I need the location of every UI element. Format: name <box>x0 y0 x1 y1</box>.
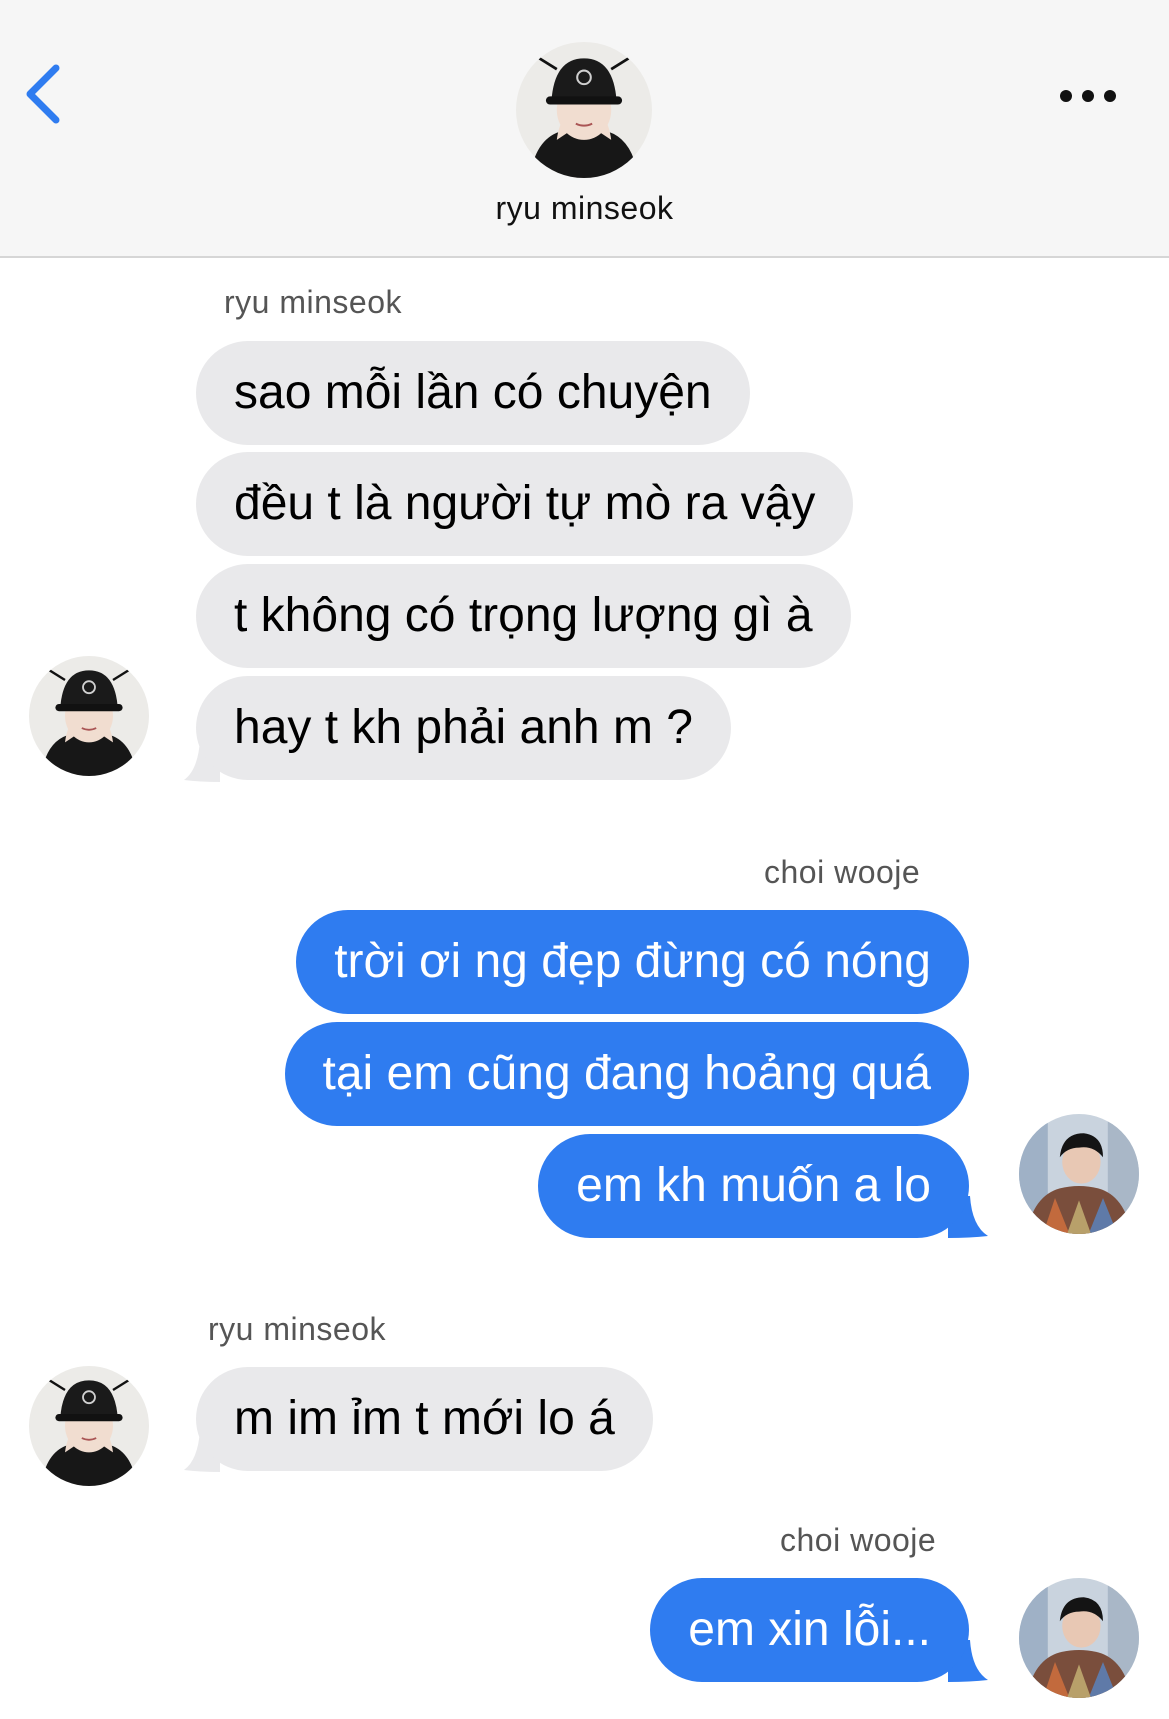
message-bubble[interactable]: em xin lỗi... <box>650 1578 969 1682</box>
sender-avatar[interactable] <box>1019 1578 1139 1698</box>
sender-name: choi wooje <box>780 1522 937 1558</box>
contact-name[interactable]: ryu minseok <box>0 190 1169 227</box>
message-bubble[interactable]: m im ỉm t mới lo á <box>196 1367 653 1471</box>
more-button[interactable] <box>1056 78 1128 114</box>
ellipsis-icon <box>1060 90 1116 102</box>
sender-name: ryu minseok <box>224 284 402 320</box>
sender-name: ryu minseok <box>208 1311 386 1347</box>
back-button[interactable] <box>18 58 74 130</box>
sender-avatar[interactable] <box>29 656 149 776</box>
sender-name: choi wooje <box>764 854 921 890</box>
sender-avatar[interactable] <box>29 1366 149 1486</box>
chevron-left-icon <box>26 64 60 124</box>
message-bubble[interactable]: đều t là người tự mò ra vậy <box>196 452 854 556</box>
message-bubble[interactable]: trời ơi ng đẹp đừng có nóng <box>296 910 969 1014</box>
message-bubble[interactable]: tại em cũng đang hoảng quá <box>284 1022 969 1126</box>
message-bubble[interactable]: hay t kh phải anh m ? <box>196 676 731 780</box>
conversation-header: ryu minseok <box>0 0 1169 258</box>
contact-avatar[interactable] <box>516 42 652 178</box>
message-bubble[interactable]: t không có trọng lượng gì à <box>196 564 851 668</box>
message-bubble[interactable]: em kh muốn a lo <box>538 1134 969 1238</box>
message-bubble[interactable]: sao mỗi lần có chuyện <box>196 341 750 445</box>
sender-avatar[interactable] <box>1019 1114 1139 1234</box>
